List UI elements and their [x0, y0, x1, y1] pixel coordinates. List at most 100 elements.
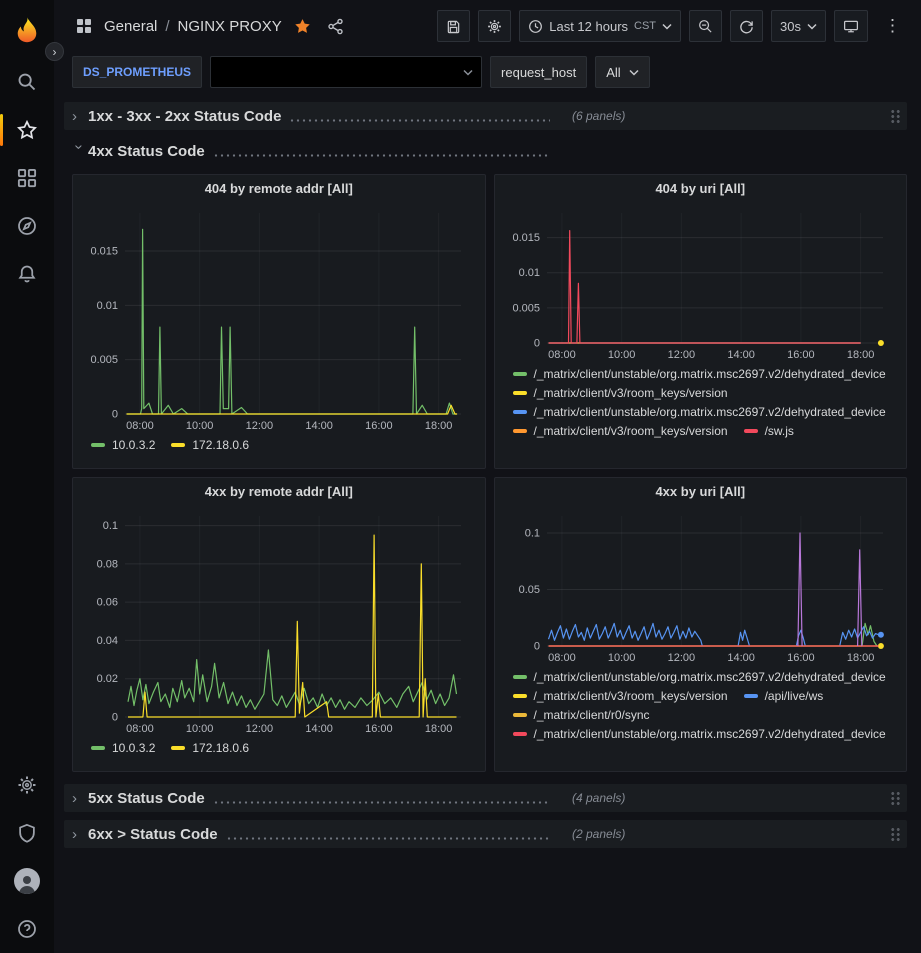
- legend-item[interactable]: 10.0.3.2: [91, 741, 155, 755]
- sidebar-item-explore[interactable]: [0, 202, 54, 250]
- legend-series-name: /_matrix/client/v3/room_keys/version: [534, 386, 728, 400]
- svg-text:08:00: 08:00: [126, 420, 154, 432]
- share-button[interactable]: [323, 14, 348, 39]
- save-dashboard-button[interactable]: [437, 10, 470, 42]
- sidebar-item-alerting[interactable]: [0, 250, 54, 298]
- panel-4xx-by-uri: 4xx by uri [All] 00.050.108:0010:0012:00…: [494, 477, 908, 772]
- legend-series-name: /sw.js: [765, 424, 794, 438]
- datasource-variable-select[interactable]: [210, 56, 482, 88]
- svg-text:12:00: 12:00: [246, 420, 274, 432]
- legend-swatch: [513, 372, 527, 376]
- svg-text:0.04: 0.04: [97, 635, 118, 647]
- dashboard-scroll-area[interactable]: › 1xx - 3xx - 2xx Status Code (6 panels)…: [54, 92, 921, 953]
- request-host-variable-select[interactable]: All: [595, 56, 649, 88]
- compass-icon: [17, 216, 37, 236]
- legend-item[interactable]: 172.18.0.6: [171, 438, 249, 452]
- timeseries-chart[interactable]: 00.0050.010.01508:0010:0012:0014:0016:00…: [505, 203, 897, 363]
- sidebar-item-search[interactable]: [0, 58, 54, 106]
- row-drag-handle[interactable]: [890, 791, 901, 806]
- row-title-group: › 6xx > Status Code: [72, 826, 558, 843]
- svg-text:08:00: 08:00: [548, 349, 576, 361]
- zoom-out-button[interactable]: [689, 10, 722, 42]
- gear-icon: [487, 19, 502, 34]
- panel-title[interactable]: 4xx by remote addr [All]: [83, 484, 475, 506]
- row-title: 4xx Status Code: [88, 143, 205, 160]
- search-icon: [17, 72, 37, 92]
- breadcrumb-separator: /: [165, 18, 169, 35]
- legend-item[interactable]: /_matrix/client/v3/room_keys/version: [513, 424, 728, 438]
- dotted-leader: [226, 837, 550, 840]
- row-drag-handle[interactable]: [890, 827, 901, 842]
- apps-grid-icon: [76, 18, 92, 34]
- legend-swatch: [171, 746, 185, 750]
- legend-item[interactable]: /_matrix/client/r0/sync: [513, 708, 650, 722]
- legend-swatch: [513, 429, 527, 433]
- panel-title[interactable]: 404 by remote addr [All]: [83, 181, 475, 203]
- grafana-logo[interactable]: [7, 10, 47, 50]
- sidebar-item-profile[interactable]: [0, 857, 54, 905]
- panel-title[interactable]: 404 by uri [All]: [505, 181, 897, 203]
- legend-item[interactable]: /api/live/ws: [744, 689, 824, 703]
- chevron-right-icon: ›: [72, 826, 88, 843]
- legend-swatch: [171, 443, 185, 447]
- legend-item[interactable]: /_matrix/client/v3/room_keys/version: [513, 386, 728, 400]
- refresh-button[interactable]: [730, 10, 763, 42]
- time-range-picker[interactable]: Last 12 hours CST: [519, 10, 681, 42]
- legend-item[interactable]: 10.0.3.2: [91, 438, 155, 452]
- row-drag-handle[interactable]: [890, 109, 901, 124]
- sidebar-item-dashboards[interactable]: [0, 154, 54, 202]
- panel-legend: /_matrix/client/unstable/org.matrix.msc2…: [505, 363, 897, 460]
- sidebar-expand-button[interactable]: ›: [45, 42, 64, 61]
- refresh-interval-picker[interactable]: 30s: [771, 10, 826, 42]
- panel-title[interactable]: 4xx by uri [All]: [505, 484, 897, 506]
- legend-swatch: [513, 391, 527, 395]
- chevron-down-icon: ›: [71, 144, 88, 160]
- timeseries-chart[interactable]: 00.050.108:0010:0012:0014:0016:0018:00: [505, 506, 897, 666]
- timeseries-chart[interactable]: 00.0050.010.01508:0010:0012:0014:0016:00…: [83, 203, 475, 434]
- datasource-variable-label[interactable]: DS_PROMETHEUS: [72, 56, 202, 88]
- legend-item[interactable]: /_matrix/client/unstable/org.matrix.msc2…: [513, 405, 886, 419]
- favorite-star-button[interactable]: [290, 14, 315, 39]
- row-1xx-3xx-2xx[interactable]: › 1xx - 3xx - 2xx Status Code (6 panels): [64, 102, 907, 130]
- avatar-silhouette-icon: [16, 872, 38, 894]
- breadcrumb-folder[interactable]: General: [104, 18, 157, 35]
- dashboards-grid-icon: [17, 168, 37, 188]
- legend-item[interactable]: 172.18.0.6: [171, 741, 249, 755]
- timeseries-chart[interactable]: 00.020.040.060.080.108:0010:0012:0014:00…: [83, 506, 475, 737]
- avatar: [14, 868, 40, 894]
- sidebar-item-starred[interactable]: [0, 106, 54, 154]
- svg-text:14:00: 14:00: [727, 349, 755, 361]
- apps-grid-button[interactable]: [72, 14, 96, 38]
- svg-text:0.1: 0.1: [103, 520, 118, 532]
- svg-text:10:00: 10:00: [186, 420, 214, 432]
- svg-text:12:00: 12:00: [246, 723, 274, 735]
- svg-text:0.05: 0.05: [518, 584, 539, 596]
- row-6xx[interactable]: › 6xx > Status Code (2 panels): [64, 820, 907, 848]
- svg-text:0: 0: [112, 409, 118, 421]
- sidebar-item-help[interactable]: [0, 905, 54, 953]
- topbar: General / NGINX PROXY Last 12 hours CST: [54, 0, 921, 52]
- row-title: 1xx - 3xx - 2xx Status Code: [88, 108, 281, 125]
- breadcrumb-dashboard-title[interactable]: NGINX PROXY: [178, 18, 282, 35]
- legend-series-name: /_matrix/client/v3/room_keys/version: [534, 689, 728, 703]
- svg-text:16:00: 16:00: [365, 723, 393, 735]
- legend-item[interactable]: /sw.js: [744, 424, 794, 438]
- sidebar-item-server-admin[interactable]: [0, 809, 54, 857]
- legend-item[interactable]: /_matrix/client/unstable/org.matrix.msc2…: [513, 670, 886, 684]
- dashboard-settings-button[interactable]: [478, 10, 511, 42]
- row-4xx[interactable]: › 4xx Status Code: [64, 138, 907, 164]
- legend-item[interactable]: /_matrix/client/v3/room_keys/version: [513, 689, 728, 703]
- row-5xx[interactable]: › 5xx Status Code (4 panels): [64, 784, 907, 812]
- svg-text:12:00: 12:00: [667, 349, 695, 361]
- svg-text:08:00: 08:00: [548, 652, 576, 664]
- grafana-app: › General / NGINX PROXY: [0, 0, 921, 953]
- svg-text:0.06: 0.06: [97, 597, 118, 609]
- svg-text:18:00: 18:00: [846, 652, 874, 664]
- main-area: General / NGINX PROXY Last 12 hours CST: [54, 0, 921, 953]
- tv-mode-button[interactable]: [834, 10, 868, 42]
- legend-item[interactable]: /_matrix/client/unstable/org.matrix.msc2…: [513, 727, 886, 741]
- legend-item[interactable]: /_matrix/client/unstable/org.matrix.msc2…: [513, 367, 886, 381]
- share-icon: [327, 18, 344, 35]
- sidebar-item-configuration[interactable]: [0, 761, 54, 809]
- kebab-menu-button[interactable]: ⋮: [876, 10, 909, 42]
